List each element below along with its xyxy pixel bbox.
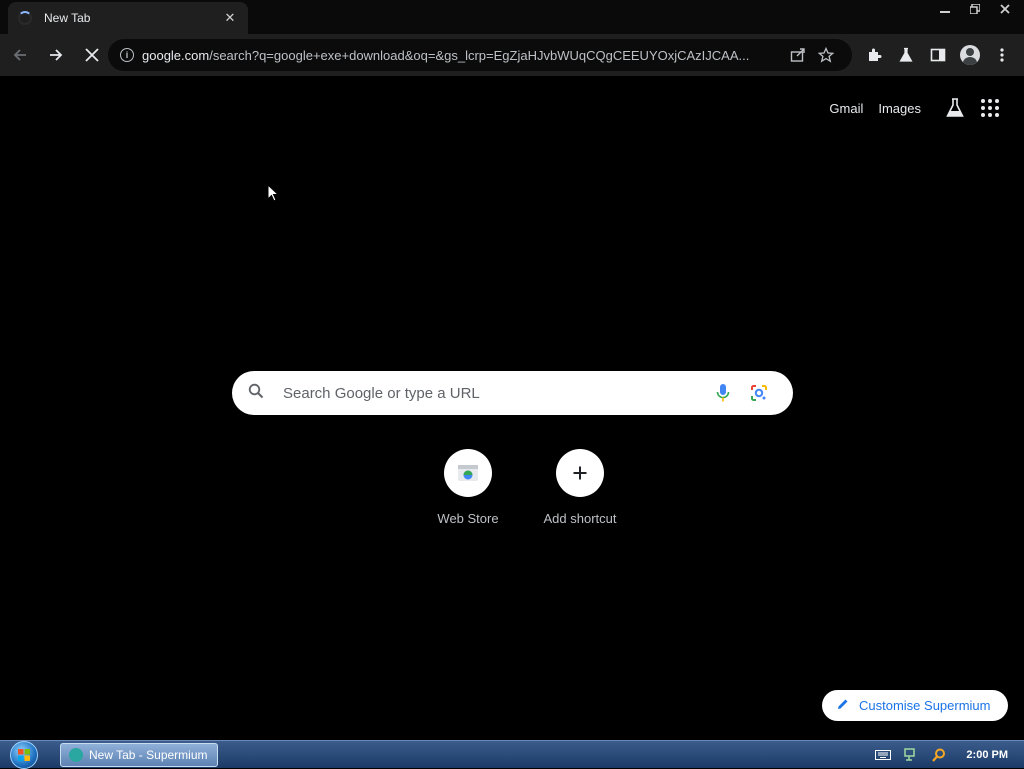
taskbar-item-label: New Tab - Supermium (89, 747, 208, 762)
customise-button[interactable]: Customise Supermium (822, 690, 1008, 721)
system-tray: 2:00 PM (874, 741, 1008, 769)
windows-taskbar: New Tab - Supermium 2:00 PM (0, 740, 1024, 769)
address-bar[interactable]: i google.com/search?q=google+exe+downloa… (108, 39, 852, 71)
extensions-puzzle-icon[interactable] (858, 39, 890, 71)
restore-button[interactable] (960, 0, 990, 18)
url-host: google.com (142, 47, 210, 63)
search-input[interactable] (283, 384, 705, 402)
menu-kebab-icon[interactable] (986, 39, 1018, 71)
customise-label: Customise Supermium (859, 698, 991, 713)
site-info-icon[interactable]: i (120, 48, 134, 62)
tab-title: New Tab (44, 11, 91, 25)
shortcut-label: Add shortcut (543, 511, 617, 526)
loading-spinner-icon (18, 11, 32, 25)
web-store-icon (444, 449, 492, 497)
tab-strip: New Tab ✕ (0, 0, 1024, 34)
side-panel-icon[interactable] (922, 39, 954, 71)
shortcut-add[interactable]: Add shortcut (524, 449, 636, 526)
tab-new-tab[interactable]: New Tab ✕ (8, 2, 248, 34)
taskbar-clock[interactable]: 2:00 PM (966, 749, 1008, 761)
stop-loading-button[interactable] (76, 39, 108, 71)
bookmark-star-icon[interactable] (812, 43, 840, 67)
search-icon (248, 383, 270, 404)
gmail-link[interactable]: Gmail (829, 101, 863, 116)
keyboard-icon[interactable] (874, 748, 892, 762)
toolbar-actions (858, 39, 1018, 71)
tray-search-icon[interactable] (930, 748, 948, 762)
network-icon[interactable] (902, 748, 920, 762)
back-button[interactable] (4, 39, 36, 71)
ntp-search-box[interactable] (232, 371, 793, 415)
shortcuts-row: Web Store Add shortcut (412, 449, 636, 526)
images-link[interactable]: Images (878, 101, 921, 116)
mouse-cursor-icon (267, 184, 279, 202)
voice-search-mic-icon[interactable] (705, 378, 741, 408)
tab-close-icon[interactable]: ✕ (222, 10, 238, 26)
shortcut-label: Web Store (437, 511, 499, 526)
ntp-header-links: Gmail Images (829, 96, 1006, 120)
start-button[interactable] (10, 740, 38, 769)
window-controls (930, 0, 1020, 18)
browser-window: New Tab ✕ i google.com/search?q=google+e… (0, 0, 1024, 740)
search-labs-flask-icon[interactable] (939, 96, 971, 120)
plus-icon (556, 449, 604, 497)
supermium-app-icon (69, 747, 83, 762)
browser-toolbar: i google.com/search?q=google+exe+downloa… (0, 34, 1024, 76)
google-apps-icon[interactable] (974, 96, 1006, 120)
shortcut-web-store[interactable]: Web Store (412, 449, 524, 526)
close-window-button[interactable] (990, 0, 1020, 18)
profile-avatar-icon[interactable] (954, 39, 986, 71)
google-lens-icon[interactable] (741, 378, 777, 408)
share-icon[interactable] (784, 43, 812, 67)
url-path: /search?q=google+exe+download&oq=&gs_lcr… (209, 47, 750, 63)
url-text[interactable]: google.com/search?q=google+exe+download&… (142, 48, 784, 63)
pencil-icon (836, 697, 850, 714)
labs-flask-icon[interactable] (890, 39, 922, 71)
forward-button[interactable] (40, 39, 72, 71)
minimize-button[interactable] (930, 0, 960, 18)
taskbar-item-supermium[interactable]: New Tab - Supermium (60, 742, 218, 767)
